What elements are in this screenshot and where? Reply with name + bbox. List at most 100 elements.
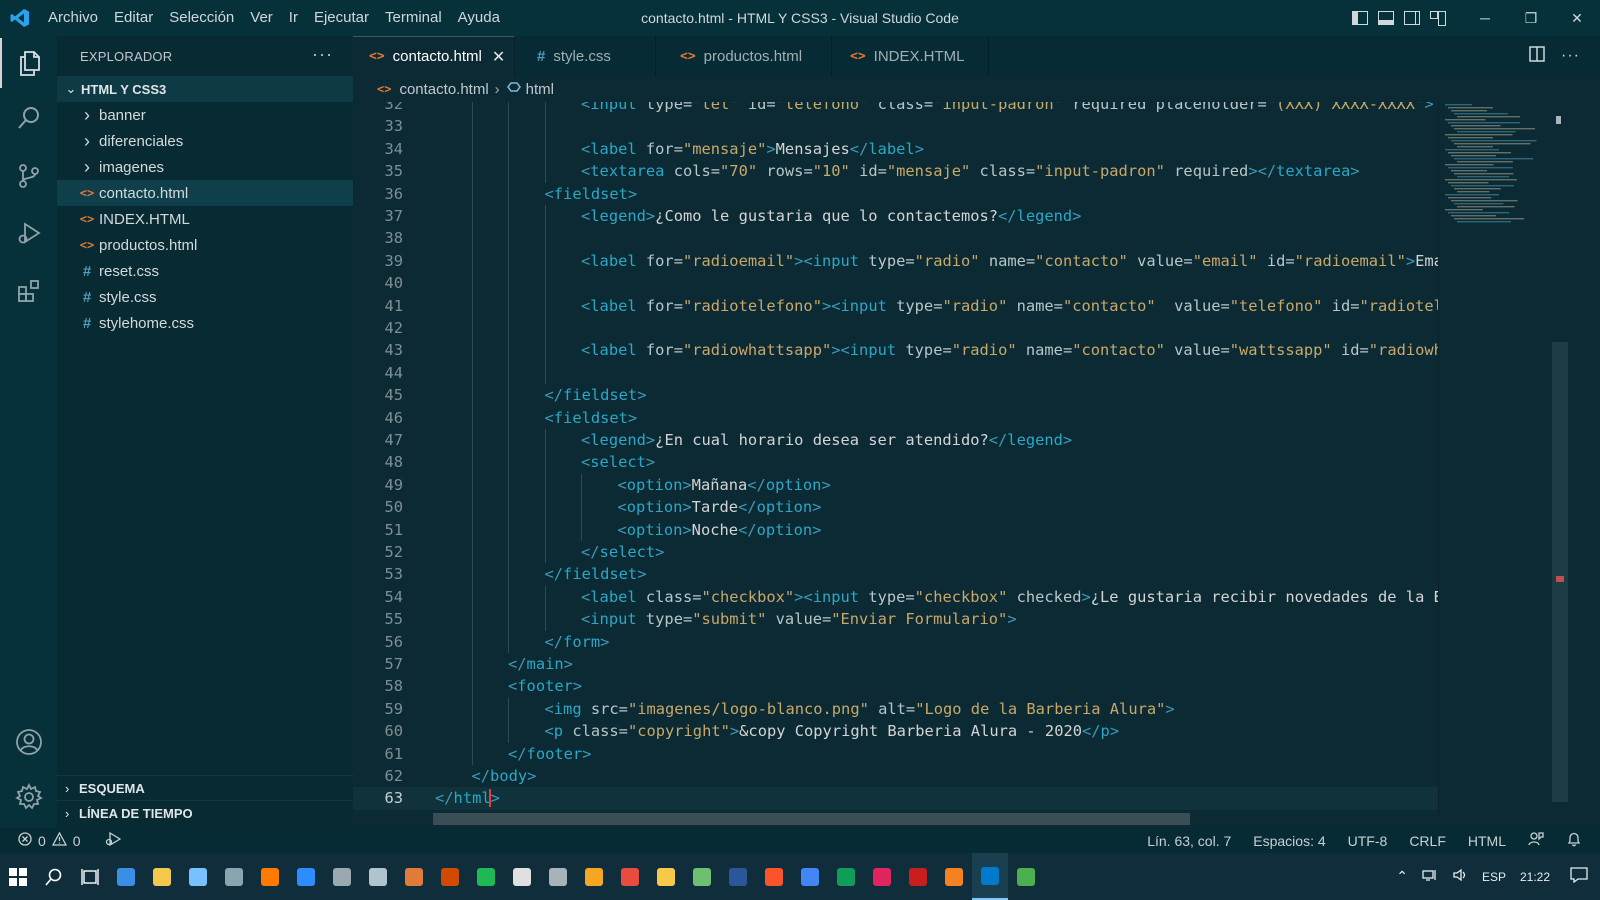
breadcrumb-file[interactable]: contacto.html <box>399 81 488 98</box>
outline-section[interactable]: › ESQUEMA <box>57 775 353 800</box>
code-line[interactable]: 43 <label for="radiowhattsapp"><input typ… <box>353 339 1438 361</box>
taskbar-app-icon[interactable] <box>900 853 936 900</box>
taskbar-app-icon[interactable] <box>576 853 612 900</box>
minimap[interactable] <box>1438 102 1550 816</box>
code-line[interactable]: 47 <legend>¿En cual horario desea ser ate… <box>353 429 1438 451</box>
show-hidden-icons-icon[interactable]: ⌃ <box>1396 868 1408 885</box>
taskbar-app-icon[interactable] <box>972 853 1008 900</box>
indentation[interactable]: Espacios: 4 <box>1253 833 1325 849</box>
windows-start-icon[interactable] <box>0 853 36 900</box>
warning-icon[interactable] <box>51 831 67 849</box>
feedback-icon[interactable] <box>1528 831 1544 850</box>
breadcrumb-node[interactable]: html <box>526 81 554 98</box>
taskbar-app-icon[interactable] <box>684 853 720 900</box>
menu-editar[interactable]: Editar <box>106 9 161 26</box>
explorer-icon[interactable] <box>0 38 57 88</box>
more-actions-icon[interactable]: ··· <box>312 44 333 65</box>
taskbar-app-icon[interactable] <box>792 853 828 900</box>
minimize-button[interactable]: ─ <box>1462 0 1508 36</box>
tab-index-html[interactable]: <> INDEX.HTML <box>832 36 989 76</box>
taskbar-app-icon[interactable] <box>432 853 468 900</box>
source-control-icon[interactable] <box>0 151 57 201</box>
taskbar-app-icon[interactable] <box>936 853 972 900</box>
search-icon[interactable] <box>0 93 57 143</box>
code-line[interactable]: 56 </form> <box>353 631 1438 653</box>
taskbar-app-icon[interactable] <box>360 853 396 900</box>
cursor-position[interactable]: Lín. 63, col. 7 <box>1147 833 1231 849</box>
menu-ayuda[interactable]: Ayuda <box>450 9 508 26</box>
code-line[interactable]: 34 <label for="mensaje">Mensajes</label> <box>353 138 1438 160</box>
taskbar-app-icon[interactable] <box>828 853 864 900</box>
tree-item[interactable]: › banner <box>57 102 353 128</box>
code-line[interactable]: 52 </select> <box>353 541 1438 563</box>
restore-button[interactable]: ❐ <box>1508 0 1554 36</box>
vertical-scrollbar[interactable] <box>1552 102 1568 816</box>
taskbar-app-icon[interactable] <box>1008 853 1044 900</box>
taskbar-app-icon[interactable] <box>252 853 288 900</box>
code-line[interactable]: 57 </main> <box>353 653 1438 675</box>
taskbar-app-icon[interactable] <box>288 853 324 900</box>
taskbar-search-icon[interactable] <box>36 853 72 900</box>
volume-icon[interactable] <box>1452 868 1468 885</box>
code-line[interactable]: 48 <select> <box>353 451 1438 473</box>
code-line[interactable]: 44 <box>353 362 1438 384</box>
taskbar-app-icon[interactable] <box>540 853 576 900</box>
code-line[interactable]: 36 <fieldset> <box>353 183 1438 205</box>
tree-item[interactable]: <> INDEX.HTML <box>57 206 353 232</box>
menu-ver[interactable]: Ver <box>242 9 281 26</box>
code-line[interactable]: 45 </fieldset> <box>353 384 1438 406</box>
language-mode[interactable]: HTML <box>1468 833 1506 849</box>
code-line[interactable]: 39 <label for="radioemail"><input type="r… <box>353 250 1438 272</box>
taskbar-app-icon[interactable] <box>756 853 792 900</box>
tree-item[interactable]: # reset.css <box>57 258 353 284</box>
taskbar-app-icon[interactable] <box>864 853 900 900</box>
tree-item[interactable]: › diferenciales <box>57 128 353 154</box>
code-line[interactable]: 62 </body> <box>353 765 1438 787</box>
taskbar-app-icon[interactable] <box>180 853 216 900</box>
end-of-line[interactable]: CRLF <box>1409 833 1446 849</box>
action-center-icon[interactable] <box>1570 867 1588 886</box>
taskbar-app-icon[interactable] <box>216 853 252 900</box>
timeline-section[interactable]: › LÍNEA DE TIEMPO <box>57 800 353 825</box>
tree-item[interactable]: # style.css <box>57 284 353 310</box>
customize-layout-icon[interactable] <box>1430 11 1446 26</box>
menu-ir[interactable]: Ir <box>281 9 306 26</box>
accounts-icon[interactable] <box>0 717 57 767</box>
code-line[interactable]: 50 <option>Tarde</option> <box>353 496 1438 518</box>
split-editor-icon[interactable] <box>1529 45 1545 67</box>
toggle-panel-icon[interactable] <box>1378 11 1394 25</box>
tree-item[interactable]: <> productos.html <box>57 232 353 258</box>
menu-archivo[interactable]: Archivo <box>40 9 106 26</box>
workspace-folder[interactable]: ⌄ HTML Y CSS3 <box>57 76 353 102</box>
menu-ejecutar[interactable]: Ejecutar <box>306 9 377 26</box>
notifications-bell-icon[interactable] <box>1566 831 1582 850</box>
code-line[interactable]: 55 <input type="submit" value="Enviar For… <box>353 608 1438 630</box>
code-line[interactable]: 53 </fieldset> <box>353 563 1438 585</box>
tab-style-css[interactable]: # style.css <box>515 36 656 76</box>
code-line[interactable]: 32 <input type="tel" id="telefono" class=… <box>353 102 1438 115</box>
settings-gear-icon[interactable] <box>0 772 57 822</box>
close-window-button[interactable]: ✕ <box>1554 0 1600 36</box>
code-editor[interactable]: 32 <input type="tel" id="telefono" class=… <box>353 102 1438 816</box>
warning-count[interactable]: 0 <box>73 833 81 849</box>
menu-seleccion[interactable]: Selección <box>161 9 242 26</box>
task-view-icon[interactable] <box>72 853 108 900</box>
tab-contacto-html[interactable]: <> contacto.html ✕ <box>353 36 515 76</box>
code-line[interactable]: 35 <textarea cols="70" rows="10" id="mens… <box>353 160 1438 182</box>
toggle-secondary-sidebar-icon[interactable] <box>1404 11 1420 25</box>
menu-terminal[interactable]: Terminal <box>377 9 450 26</box>
network-icon[interactable] <box>1422 868 1438 885</box>
code-line[interactable]: 58 <footer> <box>353 675 1438 697</box>
error-icon[interactable] <box>18 832 32 849</box>
input-language[interactable]: ESP <box>1482 870 1506 884</box>
encoding[interactable]: UTF-8 <box>1348 833 1388 849</box>
code-line[interactable]: 33 <box>353 115 1438 137</box>
taskbar-app-icon[interactable] <box>612 853 648 900</box>
code-line[interactable]: 51 <option>Noche</option> <box>353 519 1438 541</box>
taskbar-app-icon[interactable] <box>504 853 540 900</box>
close-tab-icon[interactable]: ✕ <box>492 47 505 67</box>
code-line[interactable]: 40 <box>353 272 1438 294</box>
toggle-sidebar-icon[interactable] <box>1352 11 1368 25</box>
taskbar-app-icon[interactable] <box>144 853 180 900</box>
taskbar-app-icon[interactable] <box>720 853 756 900</box>
